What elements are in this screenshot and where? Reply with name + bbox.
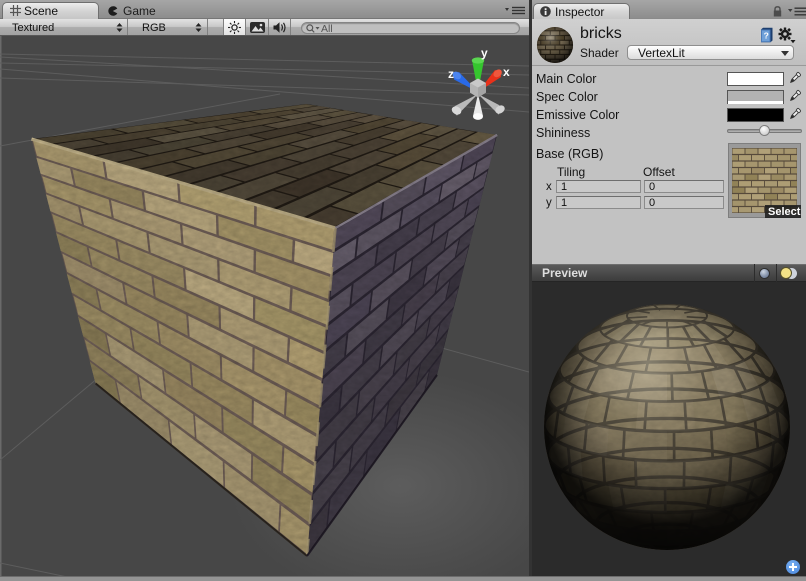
- svg-text:y: y: [481, 46, 488, 60]
- svg-text:?: ?: [764, 31, 769, 41]
- svg-text:z: z: [448, 67, 454, 81]
- svg-text:x: x: [503, 65, 510, 79]
